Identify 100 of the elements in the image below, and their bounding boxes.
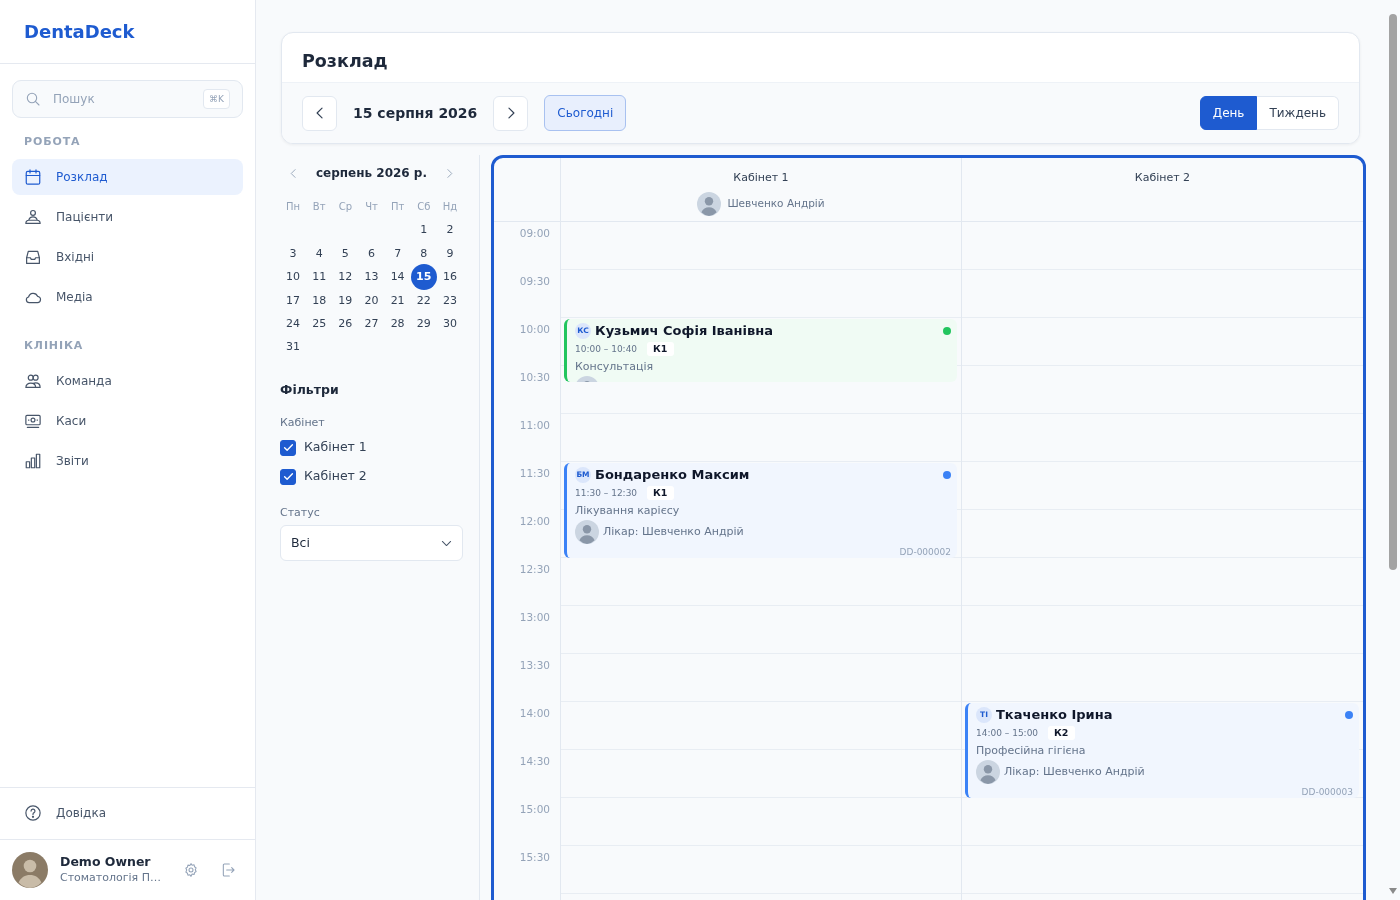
calendar-day[interactable]: 14	[384, 266, 411, 289]
calendar-day[interactable]: 12	[332, 266, 359, 289]
next-day-button[interactable]	[493, 95, 529, 131]
calendar-day[interactable]: 8	[410, 243, 437, 266]
today-button[interactable]: Сьогодні	[544, 95, 627, 131]
doctor-name: Лікар: Шевченко Андрій	[603, 523, 744, 540]
calendar-day[interactable]: 11	[306, 266, 333, 289]
check-icon	[282, 471, 294, 483]
time-label: 11:30	[519, 467, 550, 479]
nav-item[interactable]: Розклад	[12, 159, 243, 195]
calendar-day[interactable]: 23	[436, 289, 463, 312]
settings-icon[interactable]	[183, 862, 199, 878]
calendar-day[interactable]: 29	[410, 313, 437, 336]
calendar-day[interactable]: 1	[410, 219, 437, 242]
time-label: 11:00	[519, 419, 550, 431]
weekday-label: Пн	[286, 200, 301, 214]
filters-heading: Фільтри	[280, 382, 340, 399]
time-label: 15:00	[519, 803, 550, 815]
view-tab[interactable]: День	[1199, 96, 1258, 130]
calendar-day[interactable]: 9	[436, 243, 463, 266]
calendar-day[interactable]: 28	[384, 313, 411, 336]
appointment-code: DD-000002	[898, 546, 951, 558]
calendar-day[interactable]: 21	[384, 289, 411, 312]
status-select[interactable]: Всі	[280, 525, 463, 562]
nav-item[interactable]: Каси	[12, 403, 243, 439]
nav-item[interactable]: Медіа	[12, 279, 243, 315]
inbox-tray-icon	[24, 248, 42, 266]
calendar-day[interactable]: 17	[280, 289, 307, 312]
calendar-day[interactable]: 24	[280, 313, 307, 336]
prev-day-button[interactable]	[302, 95, 337, 131]
room-label: К1	[647, 486, 674, 500]
weekday-label: Пт	[390, 200, 405, 214]
column-title: Кабінет 2	[1134, 171, 1191, 185]
scroll-down-icon[interactable]	[1389, 888, 1397, 894]
weekday-label: Вт	[312, 200, 326, 214]
checkbox-label[interactable]: Кабінет 2	[304, 467, 367, 487]
calendar-day[interactable]: 10	[280, 266, 307, 289]
nav-item[interactable]: Команда	[12, 363, 243, 399]
calendar-day[interactable]: 13	[358, 266, 385, 289]
service-name: Професійна гігієна	[976, 743, 1087, 759]
banknote-icon	[24, 412, 42, 430]
calendar-day[interactable]: 6	[358, 243, 385, 266]
help-link[interactable]: Довідка	[12, 795, 243, 831]
time-label: 13:00	[519, 611, 550, 623]
calendar-day[interactable]: 20	[358, 289, 385, 312]
appointment-code: DD-000003	[1300, 786, 1353, 798]
section-label: КЛІНІКА	[24, 339, 84, 353]
person-icon	[24, 208, 42, 226]
month-title: серпень 2026 р.	[315, 165, 427, 182]
doctor-name: Лікар: Шевченко Андрій	[1004, 763, 1145, 780]
calendar-day[interactable]: 15	[410, 264, 437, 291]
nav-item[interactable]: Вхідні	[12, 239, 243, 275]
time-label: 15:30	[519, 851, 550, 863]
nav-item[interactable]: Пацієнти	[12, 199, 243, 235]
calendar-day[interactable]: 22	[410, 289, 437, 312]
calendar-day[interactable]: 18	[306, 289, 333, 312]
time-label: 09:00	[519, 227, 550, 239]
calendar-day[interactable]: 30	[436, 313, 463, 336]
check-icon	[282, 442, 294, 454]
column-title: Кабінет 1	[733, 171, 789, 185]
help-icon	[24, 804, 42, 822]
calendar-day[interactable]: 3	[280, 243, 307, 266]
doctor-name: Шевченко Андрій	[727, 196, 825, 212]
appointment-time: 10:00 – 10:40	[575, 343, 638, 355]
bar-chart-icon	[24, 452, 42, 470]
two-people-icon	[24, 372, 42, 390]
checkbox[interactable]	[280, 439, 296, 456]
service-name: Консультація	[575, 359, 655, 375]
scrollbar-thumb[interactable]	[1389, 14, 1397, 570]
time-label: 10:00	[519, 323, 550, 335]
search-input[interactable]: Пошук	[53, 90, 192, 108]
time-label: 12:30	[519, 563, 550, 575]
user-name: Demo Owner	[60, 854, 152, 870]
calendar-day[interactable]: 4	[306, 243, 333, 266]
calendar-day[interactable]: 27	[358, 313, 385, 336]
calendar-day[interactable]: 26	[332, 313, 359, 336]
calendar-day[interactable]: 25	[306, 313, 333, 336]
nav-item[interactable]: Звіти	[12, 443, 243, 479]
checkbox-label[interactable]: Кабінет 1	[304, 438, 367, 458]
weekday-label: Ср	[338, 200, 352, 214]
calendar-day[interactable]: 5	[332, 243, 359, 266]
calendar-icon	[24, 168, 42, 186]
checkbox[interactable]	[280, 468, 296, 485]
weekday-label: Нд	[442, 200, 458, 214]
logout-icon[interactable]	[220, 862, 236, 878]
time-label: 14:00	[519, 707, 550, 719]
service-name: Лікування карієсу	[575, 503, 681, 519]
calendar-day[interactable]: 2	[436, 219, 463, 242]
time-label: 12:00	[519, 515, 550, 527]
field-label: Статус	[280, 506, 321, 521]
patient-name: Бондаренко Максим	[595, 467, 750, 483]
appointment-time: 11:30 – 12:30	[575, 487, 638, 499]
calendar-day[interactable]: 7	[384, 243, 411, 266]
time-label: 14:30	[519, 755, 550, 767]
calendar-day[interactable]: 31	[280, 336, 307, 359]
time-label: 13:30	[519, 659, 550, 671]
calendar-day[interactable]: 19	[332, 289, 359, 312]
calendar-day[interactable]: 16	[436, 266, 463, 289]
view-tab[interactable]: Тиждень	[1257, 96, 1339, 130]
page-title: Розклад	[302, 51, 388, 72]
